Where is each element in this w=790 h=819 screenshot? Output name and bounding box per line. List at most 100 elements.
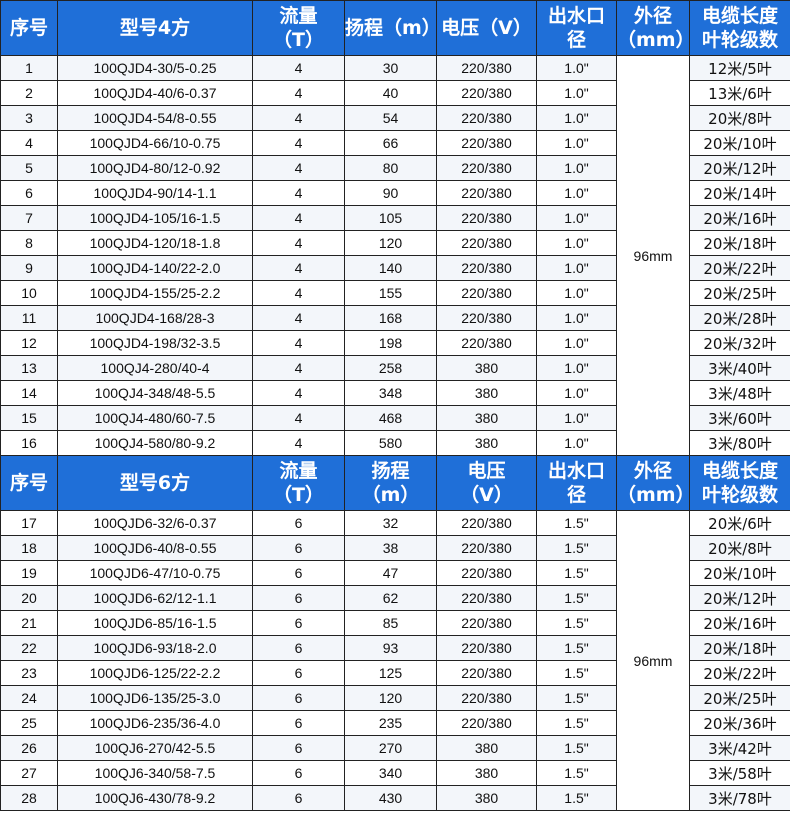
flow-cell: 4: [252, 355, 345, 381]
head-cell: 348: [344, 380, 437, 406]
index-cell: 14: [0, 380, 58, 406]
header-text: 型号6方: [119, 472, 191, 494]
flow-cell: 6: [252, 785, 345, 811]
flow-cell: 6: [252, 585, 345, 611]
index-cell: 8: [0, 230, 58, 256]
model-cell: 100QJD4-90/14-1.1: [57, 180, 253, 206]
outlet-cell: 1.0": [536, 180, 617, 206]
head-cell: 140: [344, 255, 437, 281]
flow-cell: 6: [252, 660, 345, 686]
cable-stages-cell: 13米/6叶: [689, 80, 790, 106]
header-flow: 流量 （T）: [252, 455, 345, 511]
head-cell: 90: [344, 180, 437, 206]
cable-stages-cell: 20米/12叶: [689, 155, 790, 181]
head-cell: 120: [344, 230, 437, 256]
index-cell: 20: [0, 585, 58, 611]
flow-cell: 6: [252, 610, 345, 636]
head-cell: 38: [344, 535, 437, 561]
head-cell: 47: [344, 560, 437, 586]
model-cell: 100QJD4-155/25-2.2: [57, 280, 253, 306]
outlet-cell: 1.5": [536, 660, 617, 686]
voltage-cell: 380: [436, 405, 537, 431]
flow-cell: 4: [252, 155, 345, 181]
outlet-cell: 1.0": [536, 405, 617, 431]
voltage-cell: 220/380: [436, 510, 537, 536]
model-cell: 100QJD4-140/22-2.0: [57, 255, 253, 281]
index-cell: 17: [0, 510, 58, 536]
model-cell: 100QJD6-32/6-0.37: [57, 510, 253, 536]
model-cell: 100QJ4-280/40-4: [57, 355, 253, 381]
outlet-cell: 1.0": [536, 105, 617, 131]
head-cell: 198: [344, 330, 437, 356]
header-text: 外径: [633, 5, 672, 27]
voltage-cell: 220/380: [436, 230, 537, 256]
header-outer-diameter: 外径 （mm）: [616, 455, 690, 511]
flow-cell: 4: [252, 280, 345, 306]
index-cell: 26: [0, 735, 58, 761]
header-text: 电压（V）: [441, 17, 532, 39]
outlet-cell: 1.5": [536, 760, 617, 786]
header-text: 径: [566, 29, 586, 51]
flow-cell: 4: [252, 405, 345, 431]
flow-cell: 4: [252, 130, 345, 156]
header-text: 流量: [279, 5, 318, 27]
flow-cell: 4: [252, 105, 345, 131]
flow-cell: 6: [252, 560, 345, 586]
model-cell: 100QJD4-168/28-3: [57, 305, 253, 331]
index-cell: 4: [0, 130, 58, 156]
voltage-cell: 220/380: [436, 535, 537, 561]
outlet-cell: 1.5": [536, 635, 617, 661]
header-text: 型号4方: [119, 17, 191, 39]
index-cell: 18: [0, 535, 58, 561]
flow-cell: 4: [252, 430, 345, 456]
header-flow: 流量 （T）: [252, 0, 345, 56]
table-row: 1 100QJD4-30/5-0.25 4 30 220/380 1.0" 96mm 12米/…: [0, 55, 790, 456]
model-cell: 100QJD6-235/36-4.0: [57, 710, 253, 736]
flow-cell: 6: [252, 760, 345, 786]
model-cell: 100QJ4-348/48-5.5: [57, 380, 253, 406]
flow-cell: 4: [252, 255, 345, 281]
cable-stages-cell: 3米/58叶: [689, 760, 790, 786]
flow-cell: 4: [252, 205, 345, 231]
voltage-cell: 380: [436, 785, 537, 811]
cable-stages-cell: 20米/36叶: [689, 710, 790, 736]
outlet-cell: 1.5": [536, 560, 617, 586]
cable-stages-cell: 20米/14叶: [689, 180, 790, 206]
header-text: 外径: [633, 460, 672, 482]
head-cell: 270: [344, 735, 437, 761]
flow-cell: 6: [252, 735, 345, 761]
index-cell: 25: [0, 710, 58, 736]
voltage-cell: 220/380: [436, 635, 537, 661]
outlet-cell: 1.0": [536, 230, 617, 256]
model-cell: 100QJD6-135/25-3.0: [57, 685, 253, 711]
header-text: 出水口: [547, 460, 605, 482]
header-row: 序号 型号6方 流量 （T） 扬程 （m） 电压 （V） 出水口径外径 （mm） 电缆长度 叶轮级数: [0, 455, 790, 511]
voltage-cell: 220/380: [436, 305, 537, 331]
outlet-cell: 1.0": [536, 80, 617, 106]
voltage-cell: 220/380: [436, 585, 537, 611]
outer-diameter-cell: 96mm: [616, 510, 690, 811]
flow-cell: 6: [252, 635, 345, 661]
outlet-cell: 1.0": [536, 155, 617, 181]
outlet-cell: 1.5": [536, 585, 617, 611]
model-cell: 100QJD6-125/22-2.2: [57, 660, 253, 686]
header-cable-stages: 电缆长度 叶轮级数: [689, 0, 790, 56]
voltage-cell: 220/380: [436, 330, 537, 356]
voltage-cell: 380: [436, 735, 537, 761]
flow-cell: 4: [252, 330, 345, 356]
flow-cell: 6: [252, 685, 345, 711]
index-cell: 27: [0, 760, 58, 786]
cable-stages-cell: 20米/32叶: [689, 330, 790, 356]
index-cell: 13: [0, 355, 58, 381]
header-text: 电压: [467, 460, 506, 482]
header-text: 扬程: [371, 460, 410, 482]
model-cell: 100QJD4-198/32-3.5: [57, 330, 253, 356]
voltage-cell: 220/380: [436, 280, 537, 306]
pump-spec-table: 序号 型号4方 流量 （T） 扬程（m） 电压（V） 出水口径外径 （mm） 电缆长度 叶轮级数 1…: [0, 0, 790, 811]
header-outer-diameter: 外径 （mm）: [616, 0, 690, 56]
header-text: （T）: [273, 29, 324, 51]
header-cable-stages: 电缆长度 叶轮级数: [689, 455, 790, 511]
index-cell: 2: [0, 80, 58, 106]
model-cell: 100QJD4-40/6-0.37: [57, 80, 253, 106]
header-index: 序号: [0, 0, 58, 56]
